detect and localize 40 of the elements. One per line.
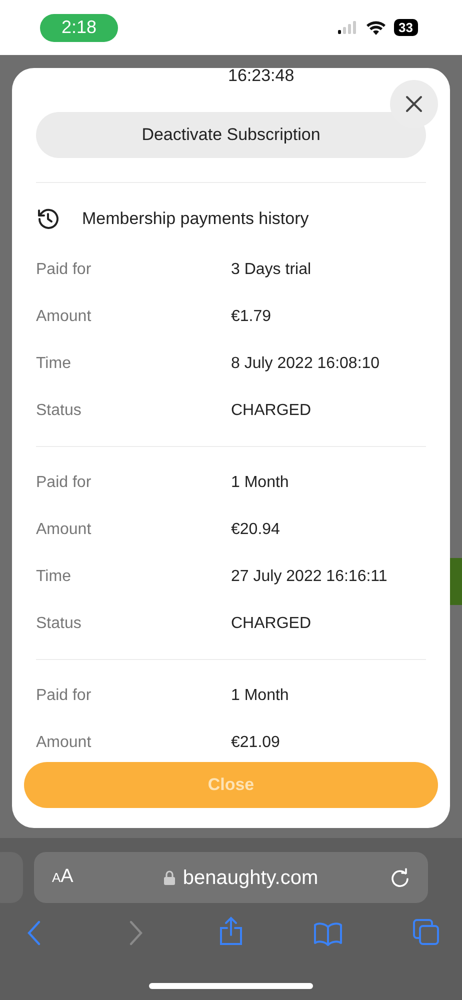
field-label: Amount [36, 732, 92, 752]
field-value: 8 July 2022 16:08:10 [231, 354, 380, 374]
field-label: Time [36, 354, 72, 374]
lock-icon [164, 870, 175, 885]
field-value: CHARGED [231, 614, 312, 634]
field-value: €20.94 [231, 520, 280, 540]
field-label: Amount [36, 520, 92, 540]
tabs-icon[interactable] [412, 918, 440, 946]
field-value: 1 Month [231, 686, 289, 706]
text-size-button[interactable]: AA [52, 863, 92, 892]
forward-icon[interactable] [128, 920, 144, 946]
field-value: 1 Month [231, 472, 289, 492]
field-label: Time [36, 566, 72, 586]
bookmarks-icon[interactable] [313, 922, 343, 946]
field-value: 3 Days trial [231, 260, 312, 280]
address-bar[interactable]: AA benaughty.com [34, 852, 428, 903]
field-label: Amount [36, 306, 92, 326]
field-value: €1.79 [231, 306, 272, 326]
field-value: 27 July 2022 16:16:11 [231, 566, 388, 586]
field-label: Paid for [36, 260, 92, 280]
reload-icon[interactable] [390, 868, 410, 888]
expiration-value: 16:23:48 [227, 68, 296, 84]
battery-indicator: 33 [394, 19, 418, 36]
wifi-icon [366, 20, 386, 35]
share-icon[interactable] [218, 916, 244, 946]
signal-icon [338, 21, 358, 34]
back-icon[interactable] [26, 920, 42, 946]
field-label: Paid for [36, 686, 92, 706]
section-title: Membership payments history [82, 208, 309, 230]
page-background-strip [450, 558, 462, 605]
field-label: Status [36, 400, 82, 420]
field-value: €21.09 [231, 732, 280, 752]
field-value: CHARGED [231, 400, 312, 420]
field-label: Paid for [36, 472, 92, 492]
history-icon [36, 207, 60, 231]
url-text: benaughty.com [182, 866, 318, 890]
deactivate-button[interactable]: Deactivate Subscription [36, 112, 426, 158]
field-label: Status [36, 614, 82, 634]
close-icon [405, 95, 423, 113]
clock: 2:18 [40, 14, 118, 42]
